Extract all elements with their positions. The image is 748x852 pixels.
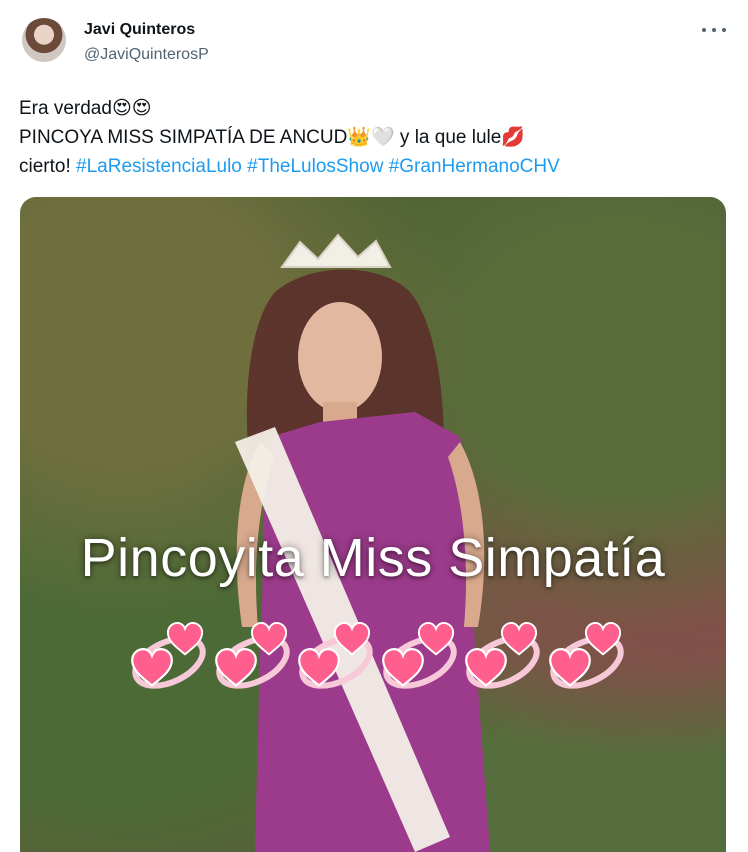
tweet-media[interactable]: Pincoyita Miss Simpatía (20, 197, 726, 852)
avatar[interactable] (22, 18, 66, 62)
tweet-text: Era verdad😍😍 PINCOYA MISS SIMPATÍA DE AN… (19, 94, 719, 181)
author-handle[interactable]: @JaviQuinterosP (84, 46, 209, 64)
revolving-hearts-icon (128, 622, 210, 696)
tweet-line-2: PINCOYA MISS SIMPATÍA DE ANCUD👑🤍 y la qu… (19, 127, 525, 148)
tweet-line-1: Era verdad😍😍 (19, 98, 152, 119)
overlay-caption: Pincoyita Miss Simpatía (80, 528, 666, 588)
hearts-sticker-row (128, 622, 628, 702)
tweet-line-3: cierto! #LaResistenciaLulo #TheLulosShow… (19, 152, 719, 181)
revolving-hearts-icon (212, 622, 294, 696)
tweet-line-3-prefix: cierto! (19, 156, 77, 177)
revolving-hearts-icon (295, 622, 377, 696)
hashtag-link[interactable]: #LaResistenciaLulo (76, 156, 242, 177)
more-options-icon[interactable] (702, 20, 726, 40)
revolving-hearts-icon (546, 622, 628, 696)
hashtag-link[interactable]: #TheLulosShow (247, 156, 383, 177)
hashtag-link[interactable]: #GranHermanoCHV (389, 156, 560, 177)
revolving-hearts-icon (462, 622, 544, 696)
photo-illustration (235, 233, 490, 852)
revolving-hearts-icon (379, 622, 461, 696)
author-name[interactable]: Javi Quinteros (84, 21, 195, 39)
